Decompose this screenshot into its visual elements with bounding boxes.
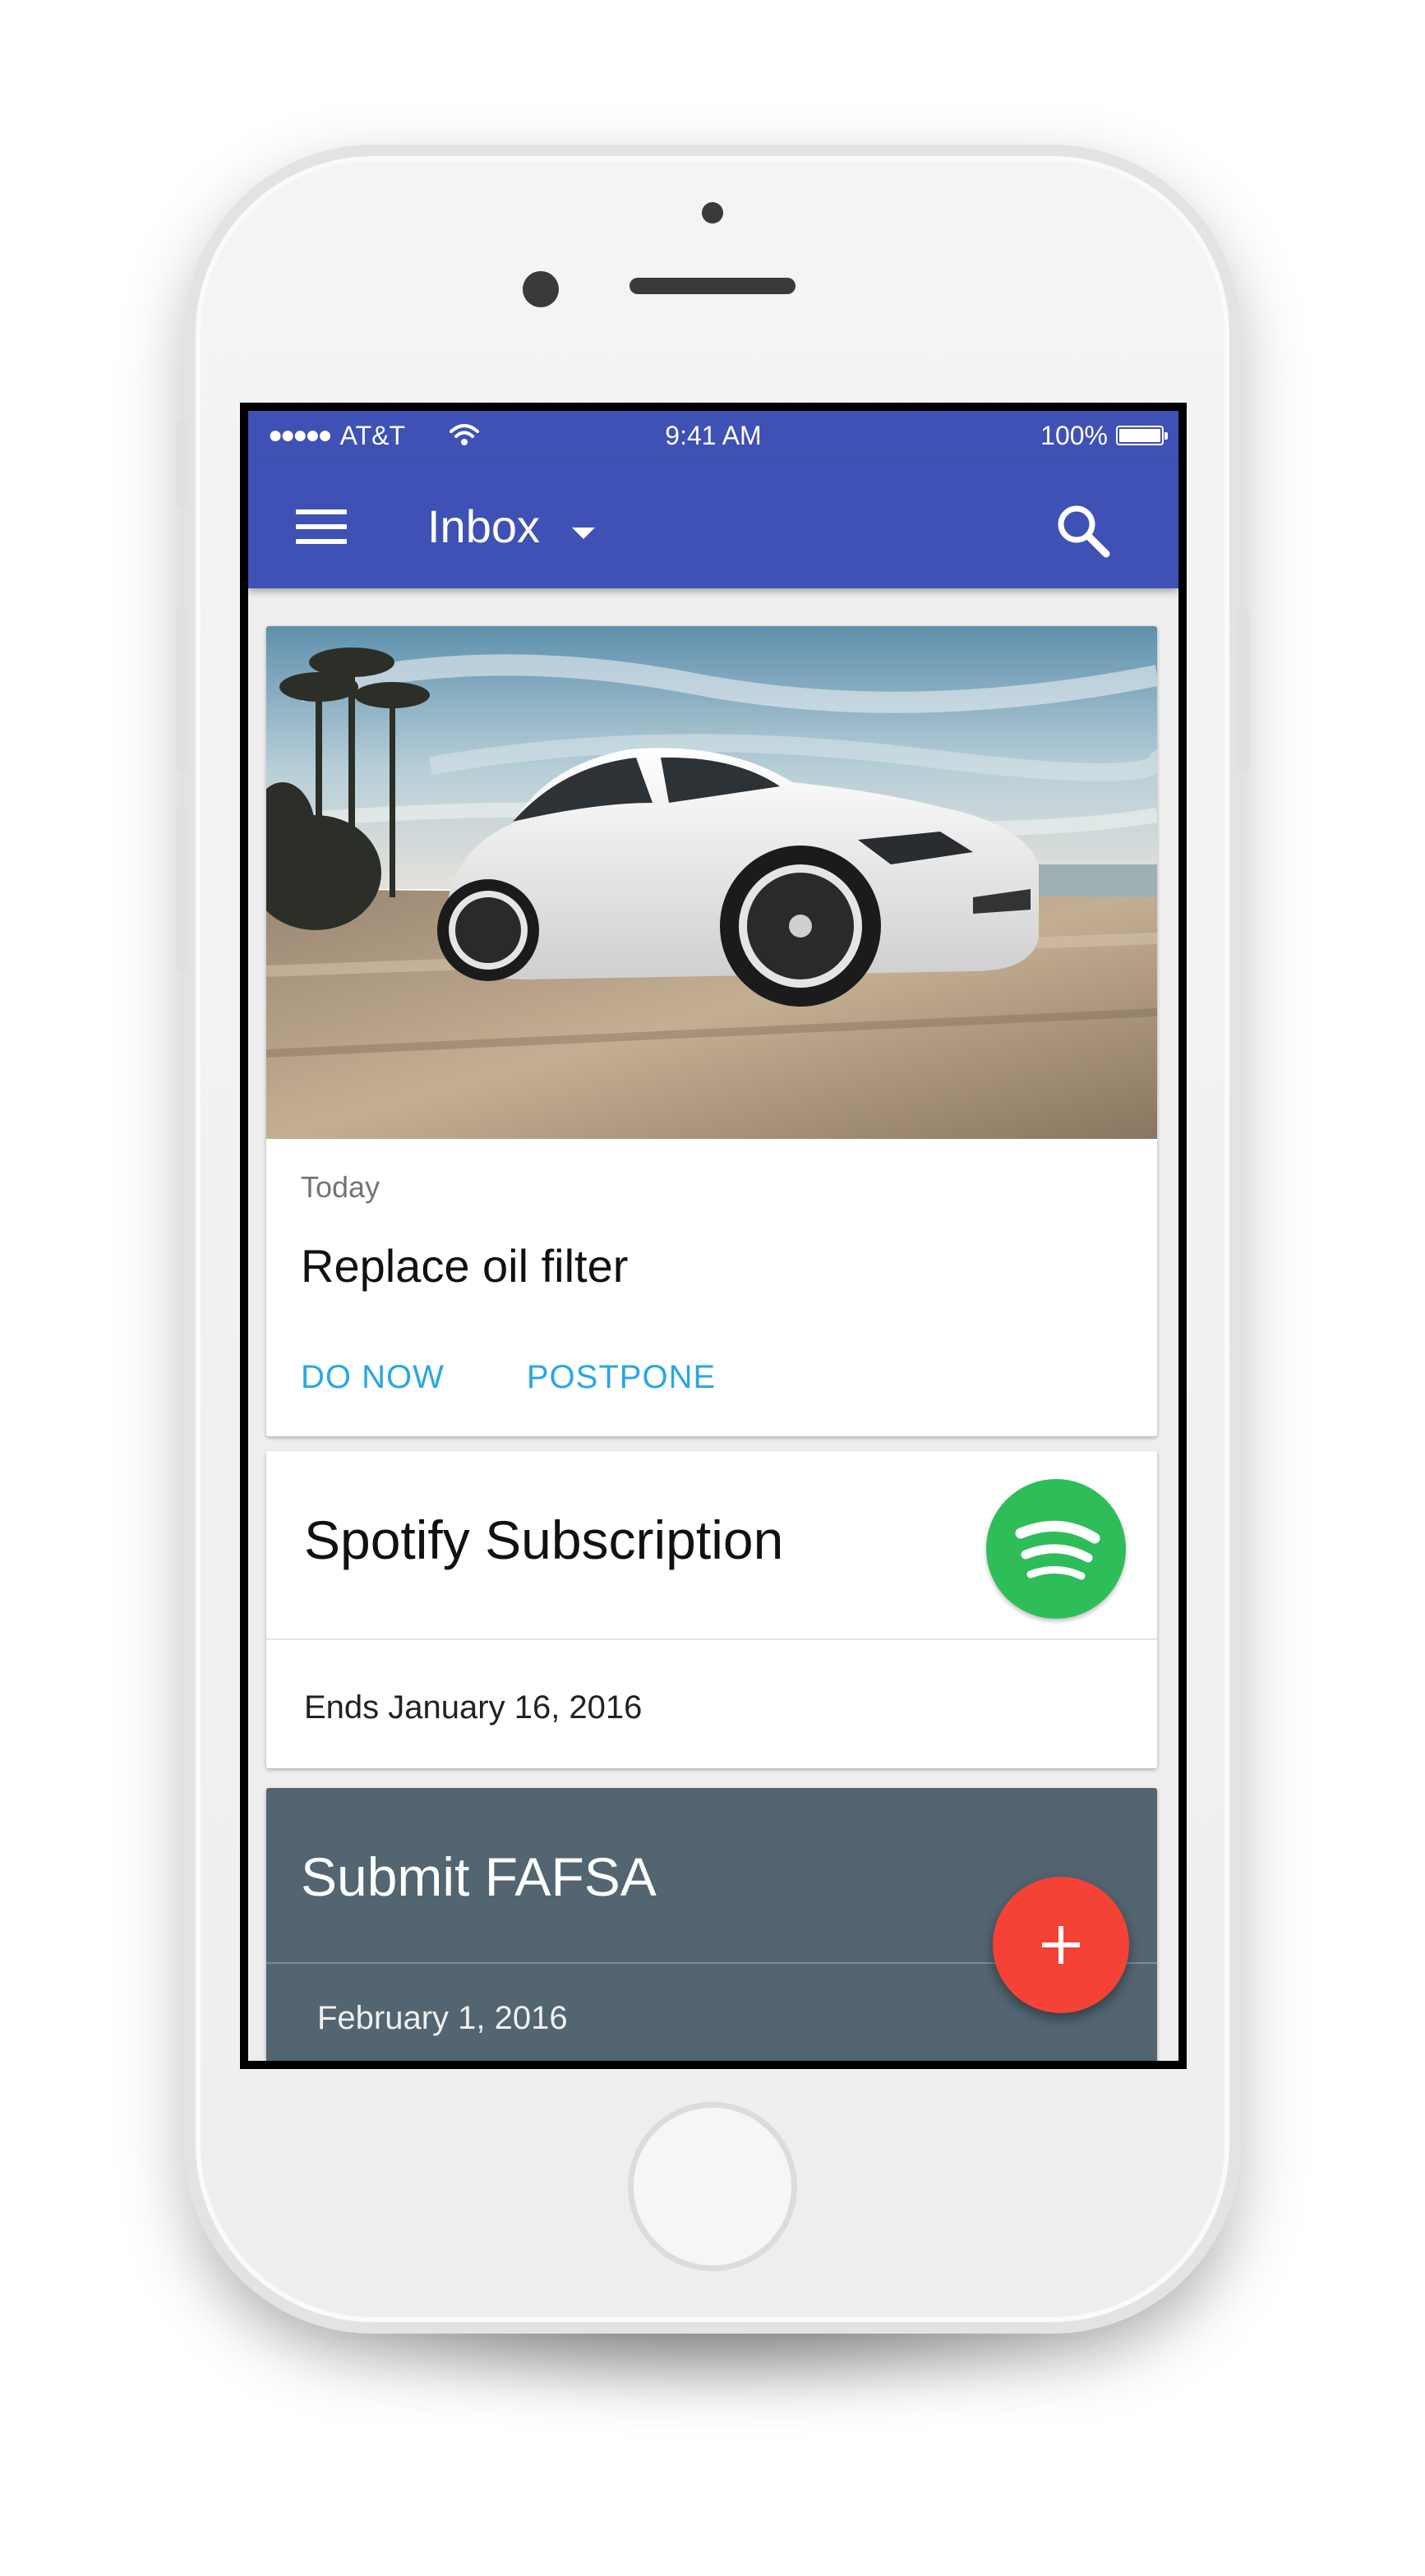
reminder-title: Submit FAFSA [301, 1846, 657, 1907]
home-button[interactable] [628, 2102, 797, 2271]
menu-icon[interactable] [296, 509, 347, 544]
app-bar: Inbox [248, 460, 1178, 588]
inbox-title[interactable]: Inbox [427, 500, 540, 554]
battery-percent: 100% [1040, 420, 1108, 450]
proximity-sensor [702, 202, 723, 223]
search-icon[interactable] [1050, 498, 1116, 564]
app-screen: ●●●●● AT&T 9:41 AM 100% Inbox Today Repl… [248, 411, 1178, 2061]
subscription-card[interactable]: Spotify Subscription Ends January 16, 20… [266, 1451, 1157, 1768]
car-photo [266, 626, 1157, 1139]
task-title: Replace oil filter [301, 1240, 629, 1292]
spotify-logo-icon [986, 1479, 1126, 1619]
postpone-button[interactable]: POSTPONE [510, 1353, 732, 1403]
power-button [1238, 608, 1249, 772]
status-bar: ●●●●● AT&T 9:41 AM 100% [248, 411, 1178, 460]
task-card-oil-filter[interactable]: Today Replace oil filter DO NOW POSTPONE [266, 626, 1157, 1436]
dropdown-caret-icon[interactable] [572, 528, 595, 539]
card-divider [266, 1638, 1157, 1640]
do-now-button[interactable]: DO NOW [284, 1353, 461, 1403]
volume-down-button [176, 809, 187, 973]
status-right: 100% [1040, 411, 1168, 460]
card-actions: DO NOW POSTPONE [301, 1353, 732, 1403]
earpiece-speaker [629, 278, 796, 294]
device-mockup: ●●●●● AT&T 9:41 AM 100% Inbox Today Repl… [0, 0, 1425, 2576]
task-date: Today [301, 1170, 380, 1204]
phone-screen: ●●●●● AT&T 9:41 AM 100% Inbox Today Repl… [240, 403, 1187, 2069]
subscription-end-date: Ends January 16, 2016 [304, 1689, 643, 1726]
subscription-title: Spotify Subscription [304, 1509, 784, 1570]
front-camera [523, 271, 559, 307]
compose-fab-button[interactable] [993, 1877, 1129, 2013]
reminder-date: February 1, 2016 [317, 2000, 568, 2036]
plus-icon [1042, 1926, 1080, 1964]
mute-switch [176, 419, 187, 509]
volume-up-button [176, 608, 187, 772]
battery-icon [1116, 426, 1168, 445]
status-time: 9:41 AM [665, 421, 762, 450]
